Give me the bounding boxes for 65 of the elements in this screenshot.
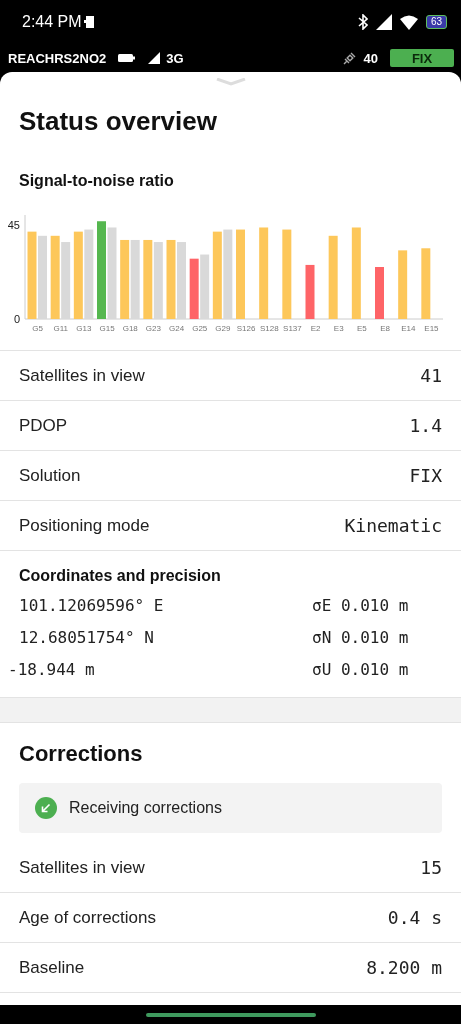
- precision-value: σN 0.010 m: [312, 627, 410, 647]
- phone-icon: [83, 15, 96, 29]
- axis-label: G11: [53, 324, 68, 333]
- axis-label: G25: [192, 324, 208, 333]
- battery-level: 63: [425, 15, 447, 29]
- snr-bar: [189, 258, 199, 319]
- satellite-count: 40: [363, 50, 378, 66]
- coordinate-value: -18.944 m: [8, 659, 95, 679]
- coordinate-value: 101.12069596° E: [19, 595, 164, 615]
- axis-label: E14: [401, 324, 416, 333]
- row-value: Kinematic: [344, 515, 442, 536]
- row-value: 8.200 m: [366, 957, 442, 978]
- axis-label: E3: [333, 324, 344, 333]
- axis-label: G23: [145, 324, 161, 333]
- precision-value: σU 0.010 m: [312, 659, 410, 679]
- snr-bar: [398, 250, 408, 319]
- axis-label: G15: [99, 324, 115, 333]
- solution-badge: FIX: [390, 49, 454, 67]
- wifi-icon: [399, 14, 418, 30]
- device-name: REACHRS2NO2: [8, 50, 107, 66]
- row-label: PDOP: [19, 415, 68, 436]
- axis-label: G13: [76, 324, 92, 333]
- chart-title: Signal-to-noise ratio: [18, 171, 175, 190]
- axis-label: E15: [424, 324, 439, 333]
- row-label: Baseline: [19, 957, 85, 978]
- axis-label: G29: [215, 324, 231, 333]
- status-text: Receiving corrections: [69, 799, 222, 817]
- axis-label: G18: [122, 324, 138, 333]
- row-value: 41: [420, 365, 442, 386]
- snr-bar: [200, 254, 210, 319]
- axis-label: S126: [236, 324, 256, 333]
- axis-label: S128: [259, 324, 279, 333]
- axis-label: E2: [310, 324, 321, 333]
- section-title: Status overview: [18, 105, 218, 138]
- axis-label: E8: [380, 324, 390, 333]
- signal-icon: [148, 52, 161, 64]
- row-value: 0.4 s: [387, 907, 442, 928]
- clock: 2:44 PM: [22, 13, 82, 31]
- axis-label: S137: [283, 324, 302, 333]
- row-label: Satellites in view: [19, 365, 145, 386]
- battery-icon: [118, 53, 137, 63]
- axis-label: E5: [357, 324, 367, 333]
- subsection-title: Coordinates and precision: [19, 567, 222, 586]
- axis-label: G5: [32, 324, 43, 333]
- row-label: Satellites in view: [19, 857, 145, 878]
- axis-label: G24: [169, 324, 185, 333]
- network-type: 3G: [166, 50, 184, 66]
- section-title: Corrections: [18, 740, 144, 768]
- bluetooth-icon: [357, 14, 368, 30]
- snr-bar: [421, 248, 431, 319]
- signal-icon: [375, 14, 392, 30]
- home-indicator[interactable]: [145, 1012, 316, 1017]
- coordinate-value: 12.68051754° N: [19, 627, 154, 647]
- satellite-icon: [341, 50, 358, 66]
- snr-bar: [375, 267, 384, 319]
- precision-value: σE 0.010 m: [312, 595, 410, 615]
- row-value: FIX: [409, 465, 442, 486]
- axis-tick-label: 45: [7, 219, 20, 232]
- snr-bar: [305, 264, 315, 319]
- row-label: Age of corrections: [19, 907, 156, 928]
- row-value: 15: [420, 857, 442, 878]
- row-label: Solution: [19, 465, 81, 486]
- axis-tick-label: 0: [13, 313, 20, 325]
- row-label: Positioning mode: [19, 515, 150, 536]
- row-value: 1.4: [409, 415, 442, 436]
